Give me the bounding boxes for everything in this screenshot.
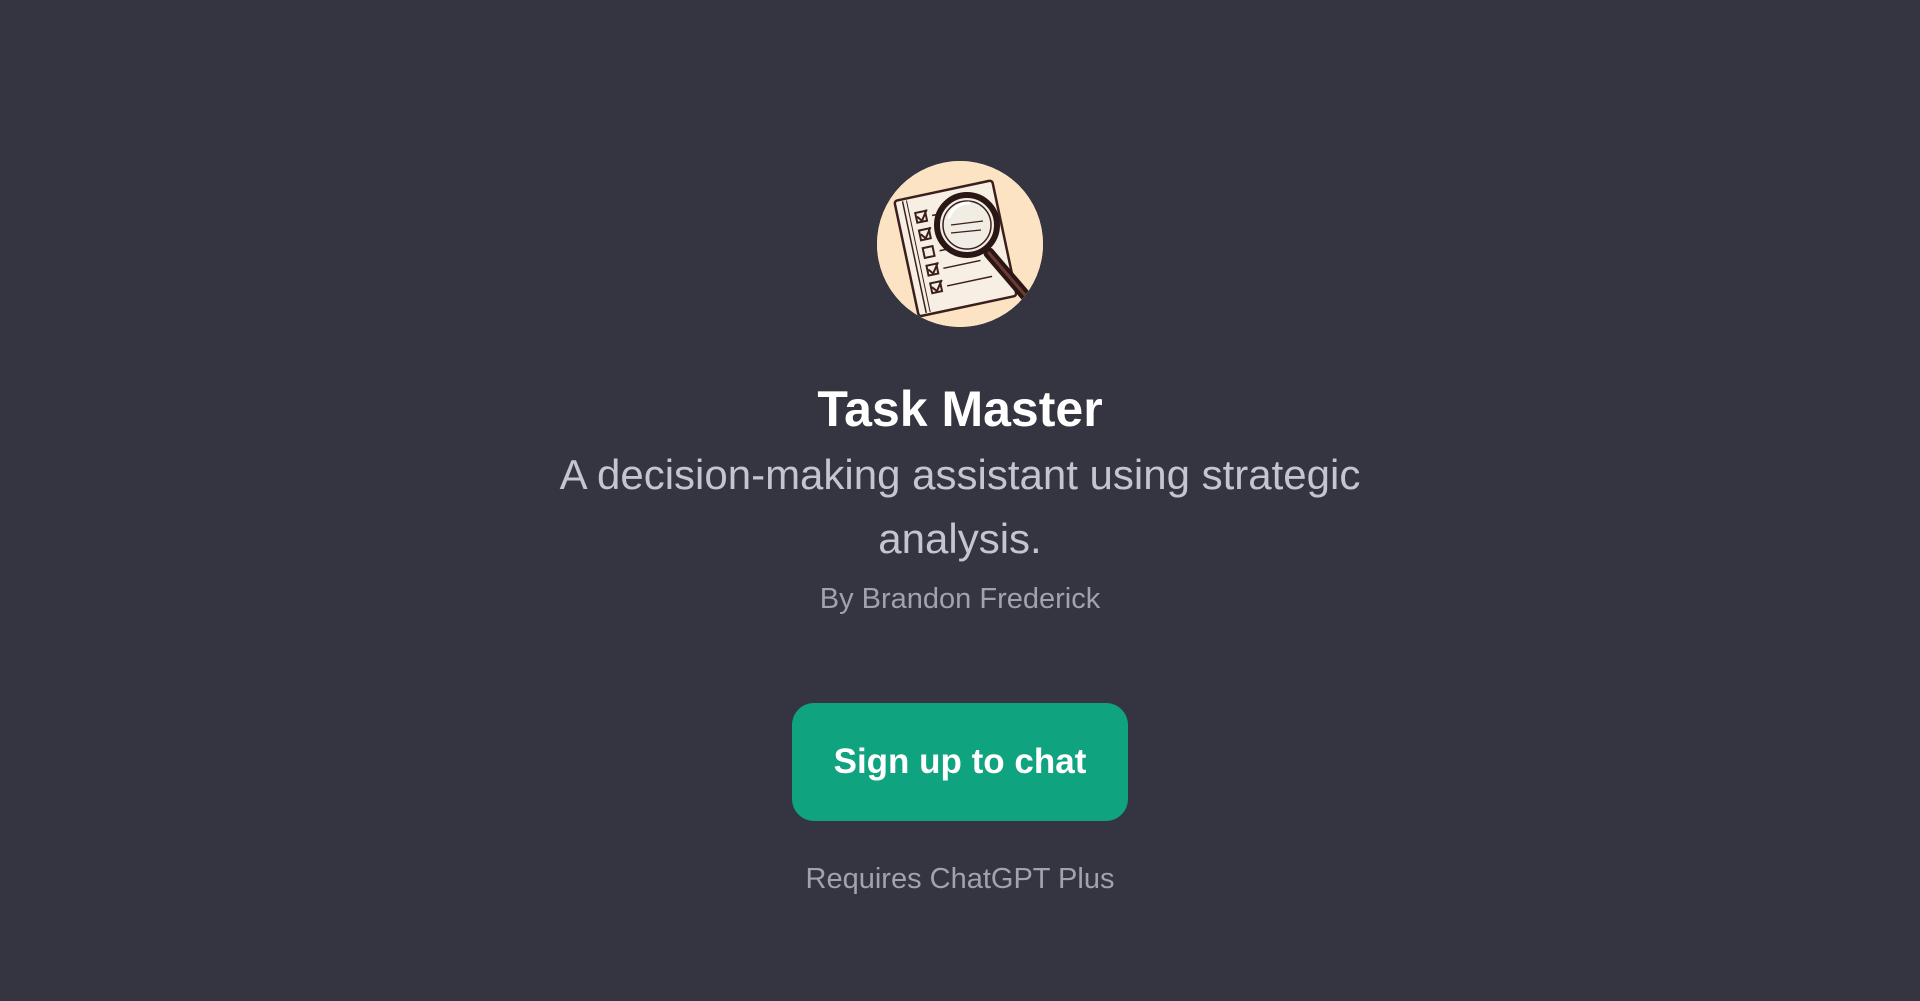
gpt-landing-page: Task Master A decision-making assistant … [0,0,1920,1001]
gpt-author: By Brandon Frederick [819,583,1101,615]
gpt-description: A decision-making assistant using strate… [559,451,1361,562]
gpt-title: Task Master [817,381,1103,437]
sign-up-to-chat-button[interactable]: Sign up to chat [792,703,1128,821]
notepad-checklist-magnifier-icon [877,161,1043,327]
plan-requirement-note: Requires ChatGPT Plus [805,863,1115,895]
gpt-avatar [877,161,1043,327]
